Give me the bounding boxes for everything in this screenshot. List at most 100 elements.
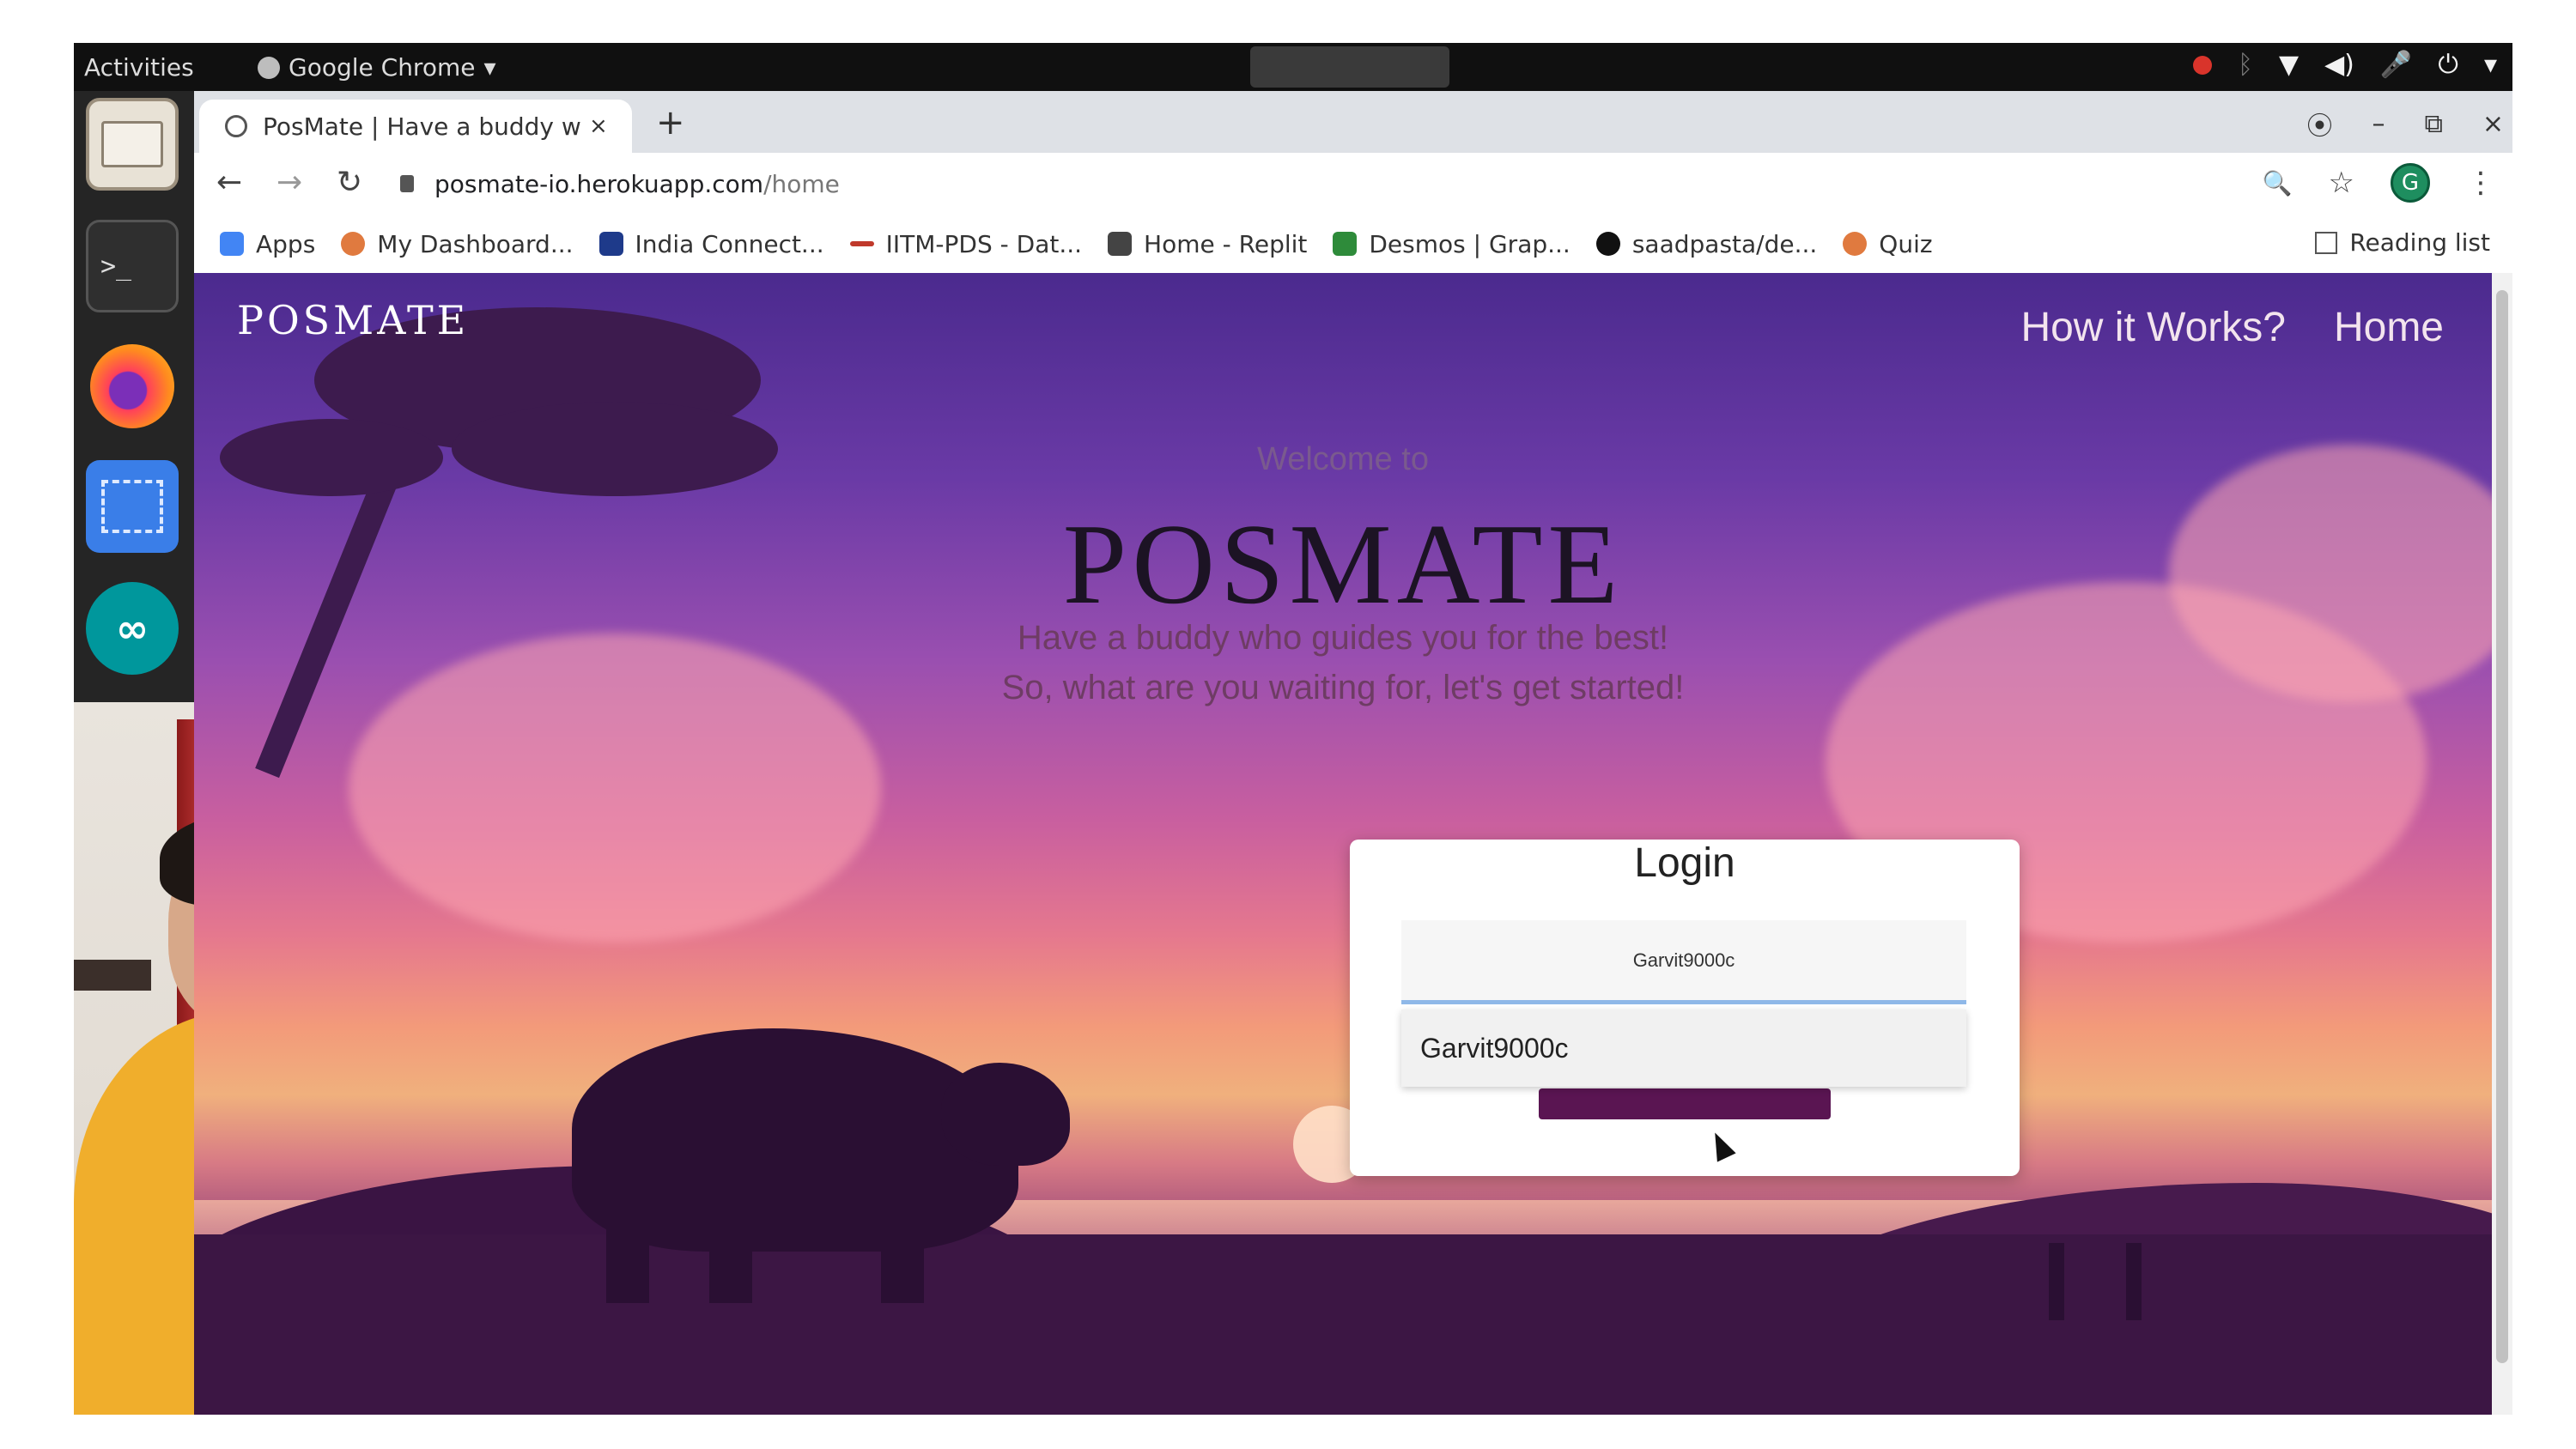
toolbar-actions: 🔍 ☆ G ⋮: [2263, 163, 2495, 203]
screenshot-icon[interactable]: [86, 460, 179, 553]
firefox-icon[interactable]: [86, 340, 179, 433]
arduino-glyph: ∞: [115, 605, 149, 652]
bookmarks-bar: Apps My Dashboard... India Connect... II…: [194, 215, 2512, 274]
account-icon[interactable]: ⦿: [2306, 105, 2332, 142]
nav-how-it-works[interactable]: How it Works?: [2020, 304, 2286, 351]
bookmark-label: IITM-PDS - Dat...: [885, 229, 1083, 258]
gnome-top-bar: Activities Google Chrome ▾ ᛒ ▼ ◀) 🎤 ⏻ ▾: [74, 43, 2512, 91]
system-tray[interactable]: ᛒ ▼ ◀) 🎤 ⏻ ▾: [2192, 50, 2497, 80]
back-button[interactable]: ←: [216, 165, 242, 200]
login-button[interactable]: [1539, 1088, 1831, 1119]
mic-icon: 🎤: [2379, 50, 2413, 80]
bear-leg: [881, 1183, 924, 1303]
ground: [194, 1234, 2492, 1415]
terminal-prompt: >_: [100, 251, 132, 282]
dock: >_ ∞: [74, 91, 194, 743]
bookmark-apps[interactable]: Apps: [220, 230, 315, 258]
minimize-button[interactable]: –: [2372, 109, 2385, 139]
bookmark-label: Desmos | Grap...: [1369, 229, 1571, 258]
files-icon[interactable]: [86, 98, 179, 191]
window-controls: ⦿ – ⧉ ×: [2306, 105, 2504, 142]
bookmark-star-icon[interactable]: ☆: [2329, 166, 2354, 200]
tagline-line-1: Have a buddy who guides you for the best…: [1017, 619, 1669, 657]
tab-close-icon[interactable]: ×: [589, 113, 608, 139]
desktop: Activities Google Chrome ▾ ᛒ ▼ ◀) 🎤 ⏻ ▾ …: [74, 43, 2512, 1415]
desmos-favicon: [1333, 232, 1358, 256]
iitm-favicon: [849, 241, 874, 246]
india-connect-favicon: [598, 232, 623, 256]
app-menu[interactable]: Google Chrome ▾: [258, 53, 496, 82]
record-icon: [2192, 55, 2212, 75]
lock-icon[interactable]: [400, 175, 414, 192]
site-nav: How it Works? Home: [2020, 304, 2444, 351]
terminal-icon[interactable]: >_: [86, 220, 179, 312]
bookmark-replit[interactable]: Home - Replit: [1108, 230, 1307, 258]
bookmark-india-connect[interactable]: India Connect...: [598, 229, 824, 258]
tab-strip: PosMate | Have a buddy w × + ⦿ – ⧉ ×: [194, 91, 2512, 153]
quiz-favicon: [1843, 232, 1868, 256]
url-path: /home: [763, 169, 840, 198]
clock[interactable]: [1250, 46, 1449, 88]
suggestion-text: Garvit9000c: [1420, 1032, 1569, 1064]
wifi-icon: ▼: [2278, 50, 2300, 80]
bookmark-label: Apps: [256, 229, 316, 258]
tray-chevron-down-icon: ▾: [2483, 50, 2497, 80]
bookmark-my-dashboard[interactable]: My Dashboard...: [341, 229, 574, 258]
brand-logo[interactable]: POSMATE: [237, 297, 469, 343]
bookmark-github[interactable]: saadpasta/de...: [1595, 229, 1818, 258]
bookmark-label: India Connect...: [635, 229, 824, 258]
globe-icon: [225, 115, 247, 137]
volume-icon: ◀): [2324, 50, 2354, 80]
autocomplete-suggestion[interactable]: Garvit9000c: [1401, 1009, 1966, 1087]
tab-posmate[interactable]: PosMate | Have a buddy w ×: [199, 100, 632, 153]
webcam-shelf: [74, 960, 151, 991]
page-viewport: POSMATE How it Works? Home Welcome to PO…: [194, 273, 2492, 1415]
forward-button[interactable]: →: [276, 165, 302, 200]
close-window-button[interactable]: ×: [2482, 109, 2504, 139]
tab-title: PosMate | Have a buddy w: [263, 112, 581, 141]
address-bar[interactable]: posmate-io.herokuapp.com/home: [400, 161, 2392, 206]
url-text: posmate-io.herokuapp.com/home: [434, 170, 840, 198]
reload-button[interactable]: ↻: [337, 165, 362, 200]
reading-list-button[interactable]: Reading list: [2315, 228, 2490, 257]
deer-silhouette: [2126, 1243, 2142, 1320]
activities-button[interactable]: Activities: [84, 53, 194, 82]
bookmark-label: Quiz: [1879, 229, 1933, 258]
deer-silhouette: [2049, 1243, 2064, 1320]
github-icon: [1595, 232, 1620, 256]
welcome-text: Welcome to: [1257, 441, 1429, 477]
profile-avatar[interactable]: G: [2391, 163, 2430, 203]
scrollbar-thumb[interactable]: [2496, 290, 2508, 1363]
login-card: Login Garvit9000c: [1350, 840, 2020, 1176]
replit-favicon: [1108, 232, 1133, 256]
power-icon: ⏻: [2438, 50, 2458, 80]
arduino-icon[interactable]: ∞: [86, 582, 179, 675]
app-menu-label: Google Chrome: [289, 53, 476, 82]
hero-title: POSMATE: [1062, 500, 1624, 627]
firefox-logo: [90, 344, 174, 428]
chrome-menu-icon[interactable]: ⋮: [2466, 166, 2495, 200]
bear-head: [941, 1063, 1070, 1166]
new-tab-button[interactable]: +: [656, 103, 685, 142]
tagline: Have a buddy who guides you for the best…: [194, 613, 2492, 712]
chrome-window: PosMate | Have a buddy w × + ⦿ – ⧉ × ← →…: [194, 91, 2512, 1415]
reading-list-icon: [2315, 231, 2338, 254]
browser-toolbar: ← → ↻ posmate-io.herokuapp.com/home 🔍 ☆ …: [194, 153, 2512, 215]
bookmark-iitm-pds[interactable]: IITM-PDS - Dat...: [849, 229, 1083, 258]
restore-button[interactable]: ⧉: [2424, 109, 2442, 139]
bookmark-label: My Dashboard...: [377, 229, 574, 258]
bookmark-quiz[interactable]: Quiz: [1843, 229, 1933, 258]
zoom-icon[interactable]: 🔍: [2263, 169, 2293, 197]
bookmark-label: saadpasta/de...: [1631, 229, 1818, 258]
bookmark-desmos[interactable]: Desmos | Grap...: [1333, 229, 1571, 258]
bear-leg: [606, 1183, 649, 1303]
apps-grid-icon: [220, 232, 244, 256]
bear-leg: [709, 1183, 752, 1303]
chrome-icon: [258, 56, 280, 79]
username-input[interactable]: [1401, 920, 1966, 1004]
reading-list-label: Reading list: [2349, 228, 2490, 257]
tagline-line-2: So, what are you waiting for, let's get …: [1001, 669, 1685, 706]
bluetooth-icon: ᛒ: [2237, 50, 2253, 80]
dashboard-favicon: [341, 232, 366, 256]
nav-home[interactable]: Home: [2334, 304, 2444, 351]
